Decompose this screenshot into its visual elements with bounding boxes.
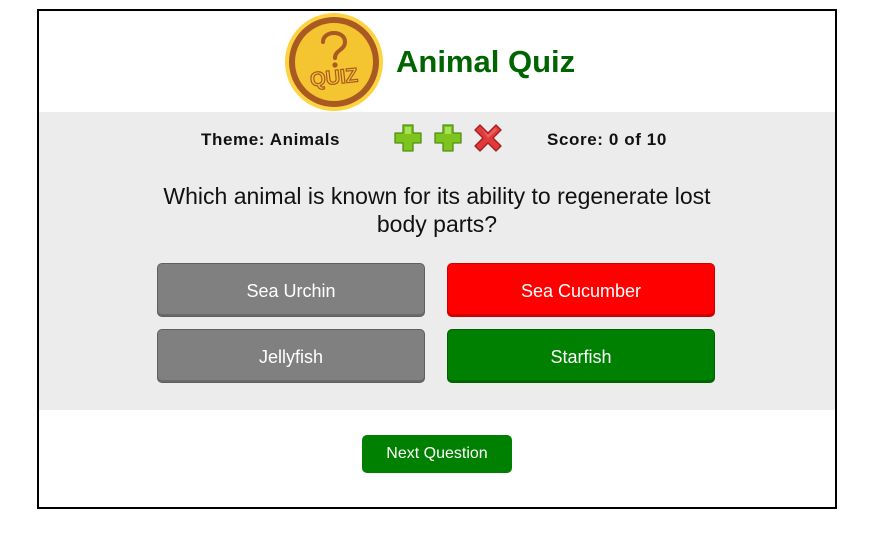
question-text: Which animal is known for its ability to… <box>163 183 711 237</box>
score-label: Score: 0 of 10 <box>547 130 667 149</box>
quiz-header: QUIZ Animal Quiz <box>39 11 835 112</box>
quiz-logo: QUIZ <box>285 13 383 111</box>
close-icon <box>474 124 502 152</box>
next-question-button[interactable]: Next Question <box>362 435 512 473</box>
theme-label: Theme: Animals <box>201 130 341 149</box>
result-indicators <box>392 122 507 154</box>
plus-icon <box>394 124 422 152</box>
answer-button-starfish[interactable]: Starfish <box>447 329 715 383</box>
page-title: Animal Quiz <box>396 44 576 79</box>
quiz-window: QUIZ Animal Quiz Theme: Animals Score: 0… <box>37 9 837 509</box>
answer-button-jellyfish[interactable]: Jellyfish <box>157 329 425 383</box>
answer-button-sea-cucumber[interactable]: Sea Cucumber <box>447 263 715 317</box>
answer-button-sea-urchin[interactable]: Sea Urchin <box>157 263 425 317</box>
plus-icon <box>434 124 462 152</box>
question-panel: Theme: Animals Score: 0 of 10 Which anim… <box>39 112 835 410</box>
